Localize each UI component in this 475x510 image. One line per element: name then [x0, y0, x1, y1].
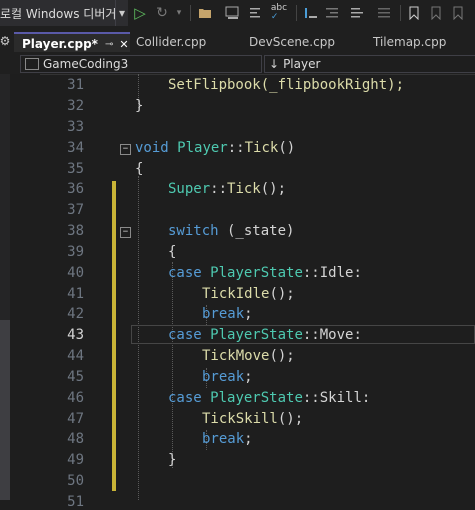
- line-number: 37: [67, 202, 84, 218]
- pin-icon[interactable]: ⊸: [105, 39, 113, 50]
- bookmark-icon[interactable]: [406, 0, 422, 26]
- tab-label: Tilemap.cpp: [373, 35, 447, 49]
- line-number: 36: [67, 181, 84, 197]
- line-number: 35: [67, 161, 84, 177]
- toolbar-separator: [400, 5, 401, 21]
- line-number-current: 43: [67, 327, 84, 343]
- prev-bookmark-icon[interactable]: [428, 0, 444, 26]
- spell-check-icon[interactable]: abc ✓: [268, 0, 290, 26]
- line-number: 32: [67, 98, 84, 114]
- code-line: break;: [202, 431, 253, 447]
- line-number: 34: [67, 140, 84, 156]
- tab-label: Collider.cpp: [136, 35, 207, 49]
- code-line: break;: [202, 369, 253, 385]
- code-line: TickMove();: [202, 348, 295, 364]
- tab-label: Player.cpp*: [22, 37, 98, 51]
- tab-collider-cpp[interactable]: Collider.cpp: [136, 33, 236, 51]
- line-number: 45: [67, 369, 84, 385]
- navigation-bar: GameCoding3 ↓ Player: [0, 52, 475, 75]
- code-line: }: [135, 98, 144, 114]
- line-number: 49: [67, 452, 84, 468]
- code-line: Super::Tick();: [168, 181, 287, 197]
- indent-guide: [172, 262, 173, 468]
- collapse-icon[interactable]: −: [120, 144, 131, 155]
- close-tab-icon[interactable]: ✕: [119, 38, 128, 51]
- tab-tilemap-cpp[interactable]: Tilemap.cpp: [373, 33, 473, 51]
- project-label: GameCoding3: [43, 57, 129, 71]
- toolbar-separator: [296, 5, 297, 21]
- line-number: 51: [67, 494, 84, 510]
- hot-reload-dropdown-icon[interactable]: ▾: [174, 0, 184, 26]
- hot-reload-icon[interactable]: ↻: [153, 0, 171, 26]
- line-number: 46: [67, 390, 84, 406]
- line-number: 48: [67, 431, 84, 447]
- collapse-icon[interactable]: −: [120, 227, 131, 238]
- line-number: 47: [67, 411, 84, 427]
- indent-icon[interactable]: [323, 0, 341, 26]
- line-number: 31: [67, 77, 84, 93]
- scope-label: Player: [283, 57, 321, 71]
- tab-label: DevScene.cpp: [249, 35, 335, 49]
- line-number: 38: [67, 223, 84, 239]
- step-into-icon[interactable]: [302, 0, 320, 26]
- line-number: 33: [67, 119, 84, 135]
- scope-arrow-icon: ↓: [269, 57, 280, 71]
- debugger-dropdown[interactable]: 로컬 Windows 디버거: [0, 0, 116, 26]
- code-line: break;: [202, 306, 253, 322]
- debugger-dropdown-arrow[interactable]: ▾: [116, 0, 128, 26]
- code-line: case PlayerState::Skill:: [168, 390, 371, 406]
- comment-icon[interactable]: [348, 0, 368, 26]
- tab-devscene-cpp[interactable]: DevScene.cpp: [249, 33, 349, 51]
- align-icon[interactable]: [248, 0, 262, 26]
- window-layout-icon[interactable]: [222, 0, 244, 26]
- code-line: {: [135, 161, 144, 177]
- code-line: }: [168, 452, 177, 468]
- next-bookmark-icon[interactable]: [450, 0, 466, 26]
- code-line: void Player::Tick(): [135, 140, 296, 156]
- line-number: 42: [67, 306, 84, 322]
- code-line: TickSkill();: [202, 411, 304, 427]
- unsaved-changes-bar: [112, 181, 116, 491]
- project-icon: [25, 58, 39, 70]
- toolbar: 로컬 Windows 디버거 ▾ ▷ ↻ ▾ abc ✓: [0, 0, 475, 28]
- settings-gear-icon[interactable]: ⚙: [0, 31, 10, 51]
- code-line: {: [168, 244, 177, 260]
- code-line: TickIdle();: [202, 286, 295, 302]
- code-line: case PlayerState::Move:: [168, 327, 362, 343]
- code-line: SetFlipbook(_flipbookRight);: [168, 77, 405, 93]
- line-number: 50: [67, 473, 84, 489]
- folder-icon[interactable]: [196, 0, 214, 26]
- code-line: switch (_state): [168, 223, 295, 239]
- tab-player-cpp[interactable]: Player.cpp* ⊸ ✕: [14, 32, 130, 54]
- line-number: 41: [67, 286, 84, 302]
- tab-bar: ⚙ Player.cpp* ⊸ ✕ Collider.cpp DevScene.…: [0, 27, 475, 54]
- editor-margin: [10, 74, 40, 500]
- code-line: case PlayerState::Idle:: [168, 265, 362, 281]
- start-debugging-play-icon[interactable]: ▷: [131, 0, 149, 26]
- uncomment-icon[interactable]: [375, 0, 395, 26]
- toolbar-separator: [190, 5, 191, 21]
- line-number: 40: [67, 265, 84, 281]
- left-scrollbar[interactable]: [0, 320, 10, 500]
- debugger-label: 로컬 Windows 디버거: [0, 6, 116, 21]
- line-number: 44: [67, 348, 84, 364]
- line-number: 39: [67, 244, 84, 260]
- project-dropdown[interactable]: GameCoding3: [20, 55, 262, 73]
- scope-dropdown[interactable]: ↓ Player: [264, 55, 475, 73]
